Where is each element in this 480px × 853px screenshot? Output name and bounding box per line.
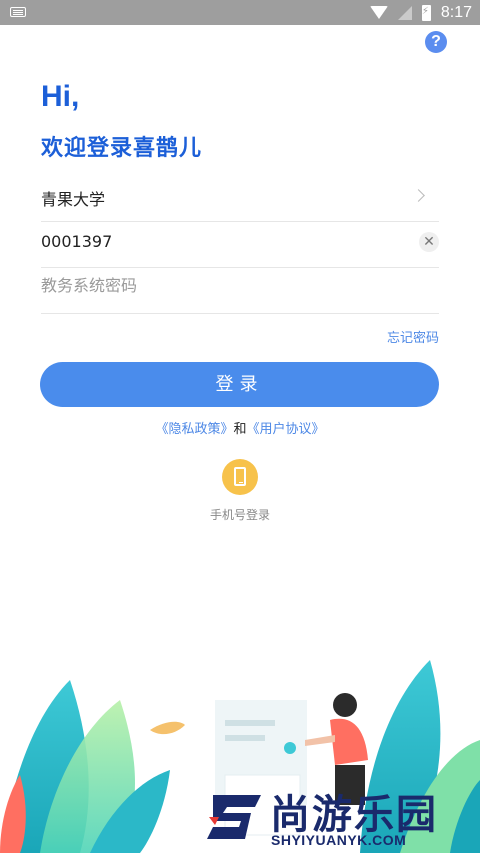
agreement-text: 《隐私政策》和《用户协议》 <box>0 418 480 437</box>
battery-icon <box>421 4 431 21</box>
watermark-url: SHYIYUANYK.COM <box>271 832 407 848</box>
signal-icon <box>397 5 412 20</box>
school-value: 青果大学 <box>41 190 106 209</box>
forgot-password-link[interactable]: 忘记密码 <box>387 327 439 346</box>
wifi-icon <box>369 6 388 19</box>
phone-login-label[interactable]: 手机号登录 <box>0 506 480 523</box>
phone-icon <box>234 467 246 486</box>
status-bar: 8:17 <box>0 0 480 25</box>
account-field[interactable]: 0001397 ✕ <box>41 222 439 268</box>
password-field[interactable] <box>41 268 439 314</box>
watermark-logo <box>207 795 261 839</box>
help-icon[interactable]: ? <box>425 31 447 53</box>
user-agreement-link[interactable]: 《用户协议》 <box>247 422 325 437</box>
chevron-right-icon <box>412 189 425 202</box>
agreement-and: 和 <box>233 422 247 437</box>
clear-icon[interactable]: ✕ <box>419 232 439 252</box>
keyboard-icon <box>10 7 26 17</box>
password-input[interactable] <box>41 276 381 295</box>
phone-login-button[interactable] <box>222 459 258 495</box>
greeting: Hi, <box>41 80 80 113</box>
account-value[interactable]: 0001397 <box>41 232 112 251</box>
login-button[interactable]: 登录 <box>40 362 439 407</box>
welcome-title: 欢迎登录喜鹊儿 <box>41 136 203 161</box>
status-time: 8:17 <box>440 3 472 21</box>
school-selector[interactable]: 青果大学 <box>41 176 439 222</box>
privacy-policy-link[interactable]: 《隐私政策》 <box>155 422 233 437</box>
